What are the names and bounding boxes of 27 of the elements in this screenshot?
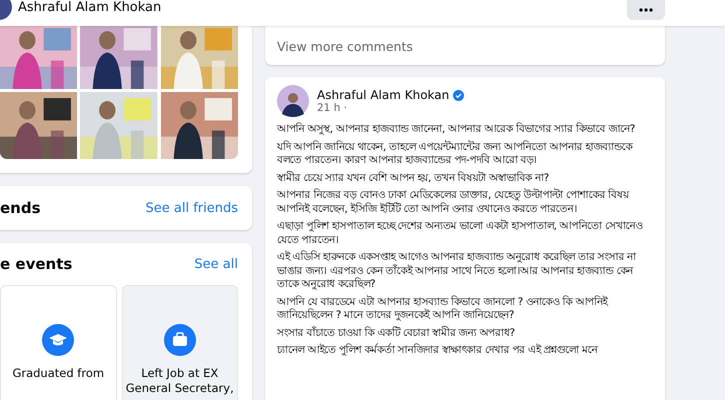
view-more-comments-link[interactable]: View more comments: [277, 39, 413, 54]
more-icon: [639, 8, 653, 12]
post-paragraph: স্বামীর চেয়ে স্যার যখন বেশি আপন হয়, তখন বিষয়টা অস্বাভাবিক না?: [277, 172, 550, 185]
author-name[interactable]: Ashraful Alam Khokan: [317, 88, 450, 102]
post-paragraph: আপনার নিজের বড় বোনও ঢাকা মেডিকেলের ডাক্তার, যেহেতু উল্টাপাল্টা পোশাকের বিষয় আপনিই বলেছেন, ইসিজি ইটিটি তো আপনি ওনার ওখানেও করতে পারতেন।: [277, 189, 630, 216]
life-event-tile[interactable]: Left Job at EX General Secretary,: [122, 285, 238, 400]
post-paragraph: চ্যানেল আইতে পুলিশ কর্মকর্তা সানজিদার স্বাক্ষাৎকার দেখার পর এই প্রশ্নগুলো মনে: [277, 344, 599, 358]
graduation-cap-icon: [42, 324, 74, 356]
post-time[interactable]: 21 h ·: [317, 102, 464, 114]
post-paragraph: যদি আপনি জানিয়ে থাকেন, তাহলে এপয়েন্টম্যান্টের জন্য আপনিতো আপনার হাজব্যান্ডকে বলতে পারতেন। কারণ আপনার হাজব্যান্ডের পদ-পদবি আরো বড়।: [277, 140, 634, 168]
post-paragraph: আপনি অসুস্থ, আপনার হাজব্যান্ড জানেনা, আপনার আরেক বিভাগের স্যার কিভাবে জানে?: [277, 123, 636, 136]
section-title: e events: [0, 255, 72, 273]
avatar[interactable]: [277, 85, 309, 117]
post-paragraph: এছাড়া পুলিশ হাসপাতাল হচ্ছে দেশের অন্যতম ভালো একটা হাসপাতাল, আপনিতো সেখানেও যেতে পারতেন।: [277, 220, 644, 247]
post-paragraph: আপনি যে বারডেমে এটা আপনার হাসব্যান্ড কিভাবে জানলো ? ওনাকেও কি আপনিই জানিয়েছিলেন ? মানে তাদের দুজনকেই আপনি জানিয়েছেন?: [277, 296, 610, 322]
event-text: General Secretary,: [126, 381, 234, 396]
more-button[interactable]: [627, 0, 665, 20]
profile-name: Ashraful Alam Khokan: [18, 0, 162, 15]
life-event-tile[interactable]: Graduated from: [0, 285, 116, 400]
briefcase-icon: [164, 324, 196, 356]
post-paragraph: এই এডিসি হারুনকে একসপ্তাহ আগেও আপনার হাজব্যান্ড অনুরোধ করেছিল তার সংসার না ভাঙার জন্য। এরপরও কেন তাঁকেই আপনার সাথে নিতে হলো।আর আপনার হাজব্যান্ড কেন তাকে অনুরোধ করেছিল?: [277, 251, 638, 292]
event-text: Graduated from: [12, 366, 104, 381]
post-paragraph: সংসার বাঁচাতে চাওয়া কি একটি বেচারা স্বামীর জন্য অপরাধ?: [277, 326, 516, 340]
see-all-friends-link[interactable]: See all friends: [146, 200, 238, 216]
section-title: ends: [0, 199, 41, 217]
event-text: Left Job at EX: [141, 366, 218, 381]
see-all-link[interactable]: See all: [194, 256, 238, 272]
